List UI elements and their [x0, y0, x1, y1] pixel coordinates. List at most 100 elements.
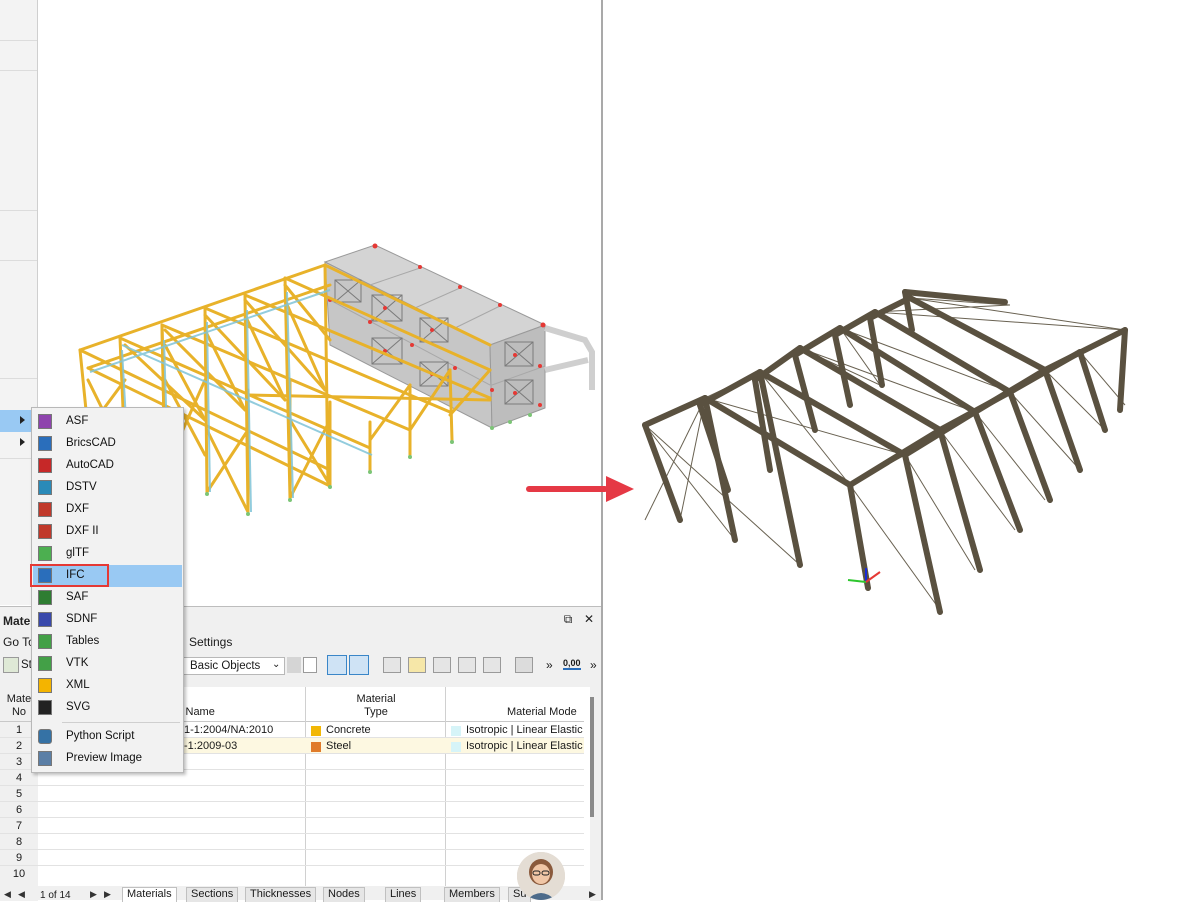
menu-settings[interactable]: Settings	[189, 635, 232, 649]
material-type-swatch	[311, 726, 321, 736]
menu-item-sdnf[interactable]: SDNF	[33, 609, 182, 631]
first-page-icon[interactable]: ◀	[4, 889, 11, 900]
restore-window-icon[interactable]: ⧉	[560, 612, 576, 628]
insert-row-icon[interactable]	[433, 657, 451, 673]
gltf-file-icon	[38, 546, 52, 561]
menu-item-svg[interactable]: SVG	[33, 697, 182, 719]
menu-item-dxf-ii[interactable]: DXF II	[33, 521, 182, 543]
row-number[interactable]: 8	[0, 836, 38, 848]
menu-item-label: Python Script	[66, 730, 135, 742]
divider	[0, 260, 37, 261]
column-header-name: l Name	[180, 706, 215, 718]
menu-item-dstv[interactable]: DSTV	[33, 477, 182, 499]
menu-item-saf[interactable]: SAF	[33, 587, 182, 609]
exported-3d-frame	[642, 289, 1128, 615]
chevron-down-icon: ⌄	[272, 659, 281, 670]
table-icon[interactable]	[3, 657, 19, 673]
vertical-scrollbar[interactable]	[590, 697, 594, 817]
column-header-type: Type	[364, 706, 388, 718]
row-number[interactable]: 9	[0, 852, 38, 864]
delete-icon[interactable]	[515, 657, 533, 673]
xml-file-icon	[38, 678, 52, 693]
object-type-dropdown[interactable]: Basic Objects ⌄	[181, 657, 285, 675]
menu-item-bricscad[interactable]: BricsCAD	[33, 433, 182, 455]
delete-row-icon[interactable]	[458, 657, 476, 673]
dxf2-file-icon	[38, 524, 52, 539]
overflow-icon[interactable]: »	[546, 658, 553, 672]
column-header-type: Material	[356, 693, 396, 705]
frame-members	[642, 289, 1128, 615]
ifc-highlight-box	[30, 564, 109, 587]
assistant-avatar[interactable]	[517, 852, 565, 900]
previous-page-icon[interactable]: ◀	[18, 889, 25, 900]
row-divider	[0, 865, 584, 866]
ifc-preview-viewport[interactable]	[603, 0, 1200, 900]
close-panel-icon[interactable]: ✕	[581, 612, 597, 628]
material-type-swatch	[311, 742, 321, 752]
row-number[interactable]: 10	[0, 868, 38, 880]
menu-item-xml[interactable]: XML	[33, 675, 182, 697]
menu-item-label: SAF	[66, 591, 89, 603]
menu-item-gltf[interactable]: glTF	[33, 543, 182, 565]
material-model-cell[interactable]: Isotropic | Linear Elastic	[466, 740, 584, 752]
row-number[interactable]: 6	[0, 804, 38, 816]
material-name-cell[interactable]: -1:2009-03	[184, 740, 237, 752]
menu-item-vtk[interactable]: VTK	[33, 653, 182, 675]
divider	[0, 378, 37, 379]
row-number[interactable]: 5	[0, 788, 38, 800]
asf-file-icon	[38, 414, 52, 429]
sdnf-file-icon	[38, 612, 52, 627]
submenu-arrow-icon	[20, 438, 25, 446]
saf-file-icon	[38, 590, 52, 605]
row-number[interactable]: 4	[0, 772, 38, 784]
next-icon[interactable]	[303, 657, 317, 673]
material-model-cell[interactable]: Isotropic | Linear Elastic	[466, 724, 584, 736]
menu-item-label: AutoCAD	[66, 459, 114, 471]
divider	[0, 40, 37, 41]
next-page-icon[interactable]: ▶	[90, 889, 97, 900]
dxf-file-icon	[38, 502, 52, 517]
menu-item-label: SDNF	[66, 613, 98, 625]
material-model-swatch	[451, 742, 461, 752]
tables-file-icon	[38, 634, 52, 649]
previous-icon[interactable]	[287, 657, 301, 673]
menu-item-tables[interactable]: Tables	[33, 631, 182, 653]
material-type-cell[interactable]: Steel	[326, 740, 351, 752]
menu-item-asf[interactable]: ASF	[33, 411, 182, 433]
decimal-places-icon[interactable]: 0,00	[563, 658, 581, 670]
overflow-icon[interactable]: »	[590, 658, 597, 672]
svg-file-icon	[38, 700, 52, 715]
preview-image-icon	[38, 751, 52, 766]
menu-item-label: XML	[66, 679, 90, 691]
menu-item-label: DXF	[66, 503, 89, 515]
table-edit-icon[interactable]	[408, 657, 426, 673]
menu-item-dxf[interactable]: DXF	[33, 499, 182, 521]
table-tabs: ◀ ◀ 1 of 14 ▶ ▶ Materials Sections Thick…	[0, 886, 601, 902]
menu-item-python-script[interactable]: Python Script	[33, 726, 182, 748]
menu-item-label: Tables	[66, 635, 100, 647]
row-number[interactable]: 7	[0, 820, 38, 832]
column-header-model: Material Mode	[507, 706, 577, 718]
menu-separator	[62, 722, 180, 723]
menu-item-autocad[interactable]: AutoCAD	[33, 455, 182, 477]
column-divider	[445, 687, 446, 901]
menu-item-label: BricsCAD	[66, 437, 116, 449]
dropdown-value: Basic Objects	[190, 660, 261, 672]
bricscad-icon	[38, 436, 52, 451]
table-view-icon[interactable]	[383, 657, 401, 673]
scroll-tabs-right-icon[interactable]: ▶	[589, 889, 596, 900]
last-page-icon[interactable]: ▶	[104, 889, 111, 900]
divider	[0, 210, 37, 211]
menu-item-preview-image[interactable]: Preview Image	[33, 748, 182, 770]
select-in-graphics-icon[interactable]	[327, 655, 347, 675]
divider	[0, 70, 37, 71]
row-divider	[0, 801, 584, 802]
select-in-table-icon[interactable]	[349, 655, 369, 675]
person-icon	[517, 852, 565, 900]
menu-item-label: Preview Image	[66, 752, 143, 764]
arrow-right-icon	[526, 476, 634, 502]
copy-row-icon[interactable]	[483, 657, 501, 673]
material-type-cell[interactable]: Concrete	[326, 724, 371, 736]
material-name-cell[interactable]: 1-1:2004/NA:2010	[184, 724, 273, 736]
menu-item-label: DXF II	[66, 525, 99, 537]
